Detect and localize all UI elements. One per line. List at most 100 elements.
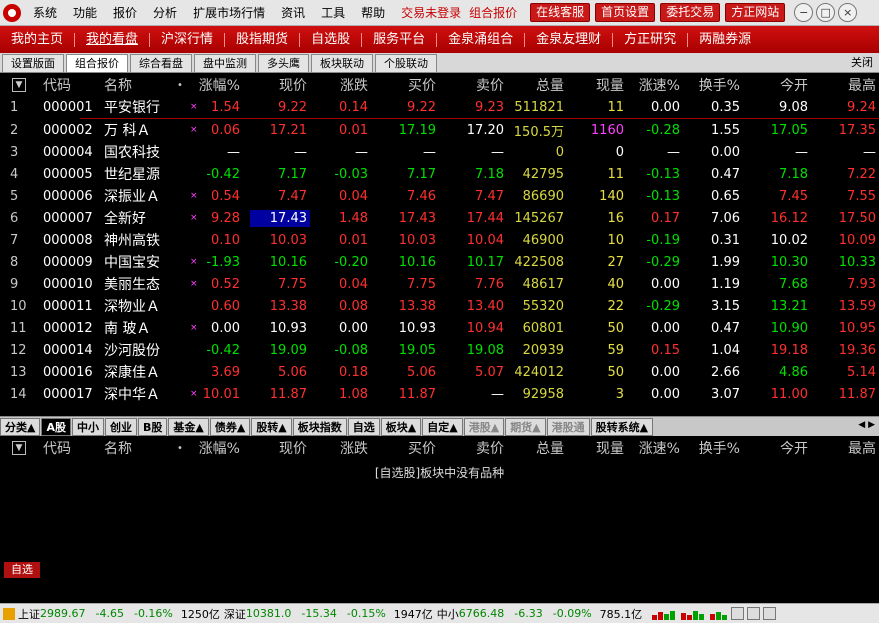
nav-jqy-finance[interactable]: 金泉友理财 [525,26,612,53]
quote-column-header[interactable]: 卖价 [476,75,504,95]
home-settings-button[interactable]: 首页设置 [595,3,656,22]
category-tab-hk-connect[interactable]: 港股通 [546,417,590,436]
category-tab-neeq[interactable]: 股转▲ [251,417,292,436]
table-row[interactable]: 1 × 000001 平安银行 1.54 9.22 0.14 9.22 9.23 511821 11… [0,96,879,118]
sz-index-label[interactable]: 深证 [224,606,246,622]
menu-function[interactable]: 功能 [65,0,105,26]
website-button[interactable]: 方正网站 [725,3,786,22]
category-tab-bond[interactable]: 债券▲ [209,417,251,436]
category-tab-neeq-system[interactable]: 股转系统▲ [590,417,654,436]
nav-margin-source[interactable]: 两融券源 [688,26,762,53]
quote-column-header[interactable]: 现价 [279,75,307,95]
close-icon[interactable]: × [838,3,858,22]
category-tab-chinext[interactable]: 创业 [104,417,137,436]
nav-my-watch[interactable]: 我的看盘 [75,26,149,53]
menu-analysis[interactable]: 分析 [145,0,185,26]
mode-label[interactable]: 组合报价 [469,0,525,26]
table-row[interactable]: 11 × 000012 南 玻Ａ 0.00 10.93 0.00 10.93 10.94 6080… [0,317,879,339]
menu-extended-market[interactable]: 扩展市场行情 [185,0,273,26]
category-tab-b-share[interactable]: B股 [137,417,168,436]
tab-stock-link[interactable]: 个股联动 [375,54,437,72]
quote-column-header[interactable]: 涨跌 [340,75,368,95]
watchlist-column-header[interactable]: 卖价 [476,438,504,458]
quote-column-header[interactable]: 代码 [43,75,71,95]
menu-quote[interactable]: 报价 [105,0,145,26]
quote-column-header[interactable]: 换手% [699,75,740,95]
table-row[interactable]: 9 × 000010 美丽生态 0.52 7.75 0.04 7.75 7.76 48617 40 0… [0,273,879,295]
category-tab-a-share[interactable]: A股 [41,417,71,436]
online-service-button[interactable]: 在线客服 [530,3,591,22]
quote-column-header[interactable]: 总量 [536,75,564,95]
tray-lock-icon[interactable] [731,607,745,620]
tray-settings-icon[interactable] [763,607,777,620]
category-tab-custom[interactable]: 自定▲ [422,417,463,436]
tab-close-button[interactable]: 关闭 [851,54,879,72]
tab-intraday-monitor[interactable]: 盘中监测 [194,54,256,72]
table-row[interactable]: 7 000008 神州高铁 0.10 10.03 0.01 10.03 10.04 46900 1… [0,229,879,251]
login-status[interactable]: 交易未登录 [393,0,469,26]
category-tab-sme[interactable]: 中小 [71,417,104,436]
watchlist-column-header[interactable]: 最高 [848,438,876,458]
table-row[interactable]: 10 000011 深物业Ａ 0.60 13.38 0.08 13.38 13.40 55320… [0,295,879,317]
table-row[interactable]: 5 × 000006 深振业Ａ 0.54 7.47 0.04 7.46 7.47 86690 140… [0,185,879,207]
quote-column-header[interactable]: 名称 [104,75,132,95]
nav-my-home[interactable]: 我的主页 [0,26,74,53]
table-row[interactable]: 3 000004 国农科技 — — — — — 0 0 — 0.00 — — [0,141,879,163]
tray-alert-icon[interactable] [747,607,761,620]
quote-column-header[interactable]: 买价 [408,75,436,95]
nav-index-futures[interactable]: 股指期货 [225,26,299,53]
menu-system[interactable]: 系统 [25,0,65,26]
watchlist-column-header[interactable]: 涨跌 [340,438,368,458]
table-row[interactable]: 13 000016 深康佳Ａ 3.69 5.06 0.18 5.06 5.07 424012 50… [0,361,879,383]
tab-overview[interactable]: 综合看盘 [130,54,192,72]
table-row[interactable]: 12 000014 沙河股份 -0.42 19.09 -0.08 19.05 19.08 209… [0,339,879,361]
category-tab-watchlist[interactable]: 自选 [347,417,380,436]
table-row[interactable]: 4 000005 世纪星源 -0.42 7.17 -0.03 7.17 7.18 42795 11… [0,163,879,185]
zx-index-label[interactable]: 中小 [437,606,459,622]
nav-hs-market[interactable]: 沪深行情 [150,26,224,53]
category-tab-futures[interactable]: 期货▲ [505,417,546,436]
minimize-icon[interactable]: − [794,3,814,22]
watchlist-column-header[interactable]: 总量 [536,438,564,458]
nav-founder-research[interactable]: 方正研究 [613,26,687,53]
tab-layout-settings[interactable]: 设置版面 [2,54,64,72]
category-scroll-icon[interactable]: ◀ ▶ [858,420,875,430]
nav-watchlist[interactable]: 自选股 [300,26,361,53]
watchlist-tag[interactable]: 自选 [4,562,40,578]
menu-tools[interactable]: 工具 [313,0,353,26]
watchlist-column-header[interactable]: 今开 [780,438,808,458]
quote-column-menu-icon[interactable]: ▼ [12,78,26,92]
table-row[interactable]: 14 × 000017 深中华Ａ 10.01 11.87 1.08 11.87 — 92958 3 0… [0,383,879,405]
sh-index-label[interactable]: 上证 [18,606,40,622]
table-row[interactable]: 2 × 000002 万 科Ａ 0.06 17.21 0.01 17.19 17.20 150.5… [0,119,879,141]
category-tab-sector-index[interactable]: 板块指数 [292,417,347,436]
watchlist-column-menu-icon[interactable]: ▼ [12,441,26,455]
watchlist-column-header[interactable]: 换手% [699,438,740,458]
tab-sector-link[interactable]: 板块联动 [311,54,373,72]
watchlist-column-header[interactable]: 名称 [104,438,132,458]
watchlist-column-header[interactable]: • [177,443,183,454]
maximize-icon[interactable]: □ [816,3,836,22]
quote-column-header[interactable]: 今开 [780,75,808,95]
table-row[interactable]: 8 × 000009 中国宝安 -1.93 10.16 -0.20 10.16 10.17 422… [0,251,879,273]
quote-column-header[interactable]: 现量 [596,75,624,95]
nav-service-platform[interactable]: 服务平台 [362,26,436,53]
category-tab-classify[interactable]: 分类▲ [0,417,41,436]
watchlist-column-header[interactable]: 买价 [408,438,436,458]
quote-column-header[interactable]: • [177,80,183,91]
watchlist-column-header[interactable]: 涨速% [639,438,680,458]
quote-column-header[interactable]: 最高 [848,75,876,95]
category-tab-sector[interactable]: 板块▲ [380,417,422,436]
trade-button[interactable]: 委托交易 [660,3,721,22]
tab-combo-quote[interactable]: 组合报价 [66,54,128,72]
menu-help[interactable]: 帮助 [353,0,393,26]
watchlist-column-header[interactable]: 涨幅% [199,438,240,458]
tab-bull-eagle[interactable]: 多头鹰 [258,54,309,72]
watchlist-column-header[interactable]: 代码 [43,438,71,458]
table-row[interactable]: 6 × 000007 全新好 9.28 17.43 1.48 17.43 17.44 145267… [0,207,879,229]
quote-column-header[interactable]: 涨幅% [199,75,240,95]
quote-column-header[interactable]: 涨速% [639,75,680,95]
watchlist-column-header[interactable]: 现价 [279,438,307,458]
nav-jqy-portfolio[interactable]: 金泉涌组合 [437,26,524,53]
category-tab-fund[interactable]: 基金▲ [168,417,209,436]
